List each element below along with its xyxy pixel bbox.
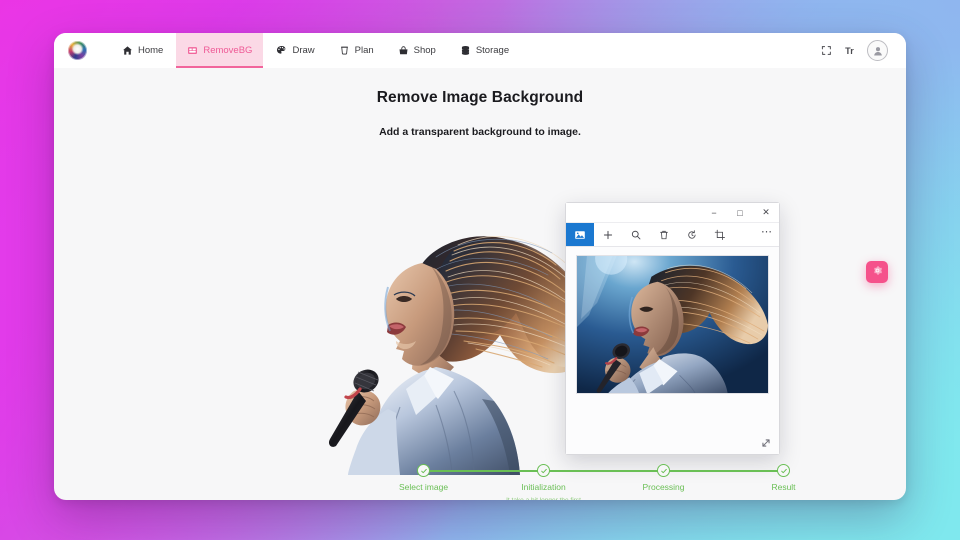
step-note: It take a bit longer the first time. (501, 496, 587, 500)
fullscreen-icon[interactable] (821, 45, 832, 56)
step-label: Processing (642, 482, 685, 492)
rotate-ccw-icon[interactable] (678, 223, 706, 246)
cup-icon (339, 45, 350, 56)
crop-icon[interactable] (706, 223, 734, 246)
step-label: Result (771, 482, 796, 492)
step-label: Initialization (521, 482, 566, 492)
settings-fab-button[interactable] (866, 261, 888, 283)
database-icon (460, 45, 471, 56)
image-badge-icon (187, 45, 198, 56)
app-window: Home RemoveBG Draw Plan Shop Storage Tr … (54, 33, 906, 500)
minimize-button[interactable]: − (701, 203, 727, 222)
nav-item-plan-label: Plan (354, 45, 374, 56)
trash-icon[interactable] (650, 223, 678, 246)
app-logo-icon[interactable] (68, 41, 87, 60)
nav-item-storage[interactable]: Storage (449, 33, 520, 68)
nav-item-draw[interactable]: Draw (265, 33, 325, 68)
nav-items: Home RemoveBG Draw Plan Shop Storage (111, 33, 520, 68)
nav-item-storage-label: Storage (475, 45, 510, 56)
stepper-track: Select image Initialization It take a bi… (399, 464, 796, 500)
floating-window-toolbar: ⋯ (566, 223, 779, 247)
bag-icon (398, 45, 409, 56)
nav-item-home[interactable]: Home (111, 33, 174, 68)
nav-item-shop-label: Shop (413, 45, 436, 56)
magnifier-icon[interactable] (622, 223, 650, 246)
more-options-button[interactable]: ⋯ (755, 223, 779, 246)
palette-icon (276, 45, 287, 56)
top-navigation-bar: Home RemoveBG Draw Plan Shop Storage Tr (54, 33, 906, 68)
step-check-icon (417, 464, 430, 477)
maximize-button[interactable]: □ (727, 203, 753, 222)
floating-window-footer (566, 432, 779, 454)
step-check-icon (537, 464, 550, 477)
page-subtitle: Add a transparent background to image. (379, 126, 581, 138)
page-title: Remove Image Background (376, 89, 584, 106)
nav-item-removebg-label: RemoveBG (203, 45, 253, 56)
close-button[interactable]: ✕ (753, 203, 779, 222)
nav-right-controls: Tr (821, 40, 892, 61)
nav-item-plan[interactable]: Plan (328, 33, 385, 68)
floating-preview-window[interactable]: − □ ✕ ⋯ (565, 202, 780, 455)
floating-window-body (566, 247, 779, 432)
nav-item-home-label: Home (138, 45, 164, 56)
home-icon (122, 45, 133, 56)
translate-button[interactable]: Tr (845, 46, 854, 56)
nav-item-shop[interactable]: Shop (387, 33, 447, 68)
nav-item-draw-label: Draw (292, 45, 315, 56)
resize-handle-icon[interactable] (759, 436, 773, 450)
picture-icon[interactable] (566, 223, 594, 246)
settings-gear-icon (872, 263, 883, 281)
step-check-icon (777, 464, 790, 477)
image-preview-thumbnail[interactable] (576, 255, 769, 394)
stepper-steps: Select image Initialization It take a bi… (399, 464, 796, 500)
step-label: Select image (398, 482, 449, 492)
progress-stepper: Select image Initialization It take a bi… (54, 464, 906, 500)
nav-item-removebg[interactable]: RemoveBG (176, 33, 264, 68)
plus-icon[interactable] (594, 223, 622, 246)
step-check-icon (657, 464, 670, 477)
page-content: Remove Image Background Add a transparen… (54, 68, 906, 500)
floating-window-titlebar[interactable]: − □ ✕ (566, 203, 779, 223)
user-avatar-icon[interactable] (867, 40, 888, 61)
